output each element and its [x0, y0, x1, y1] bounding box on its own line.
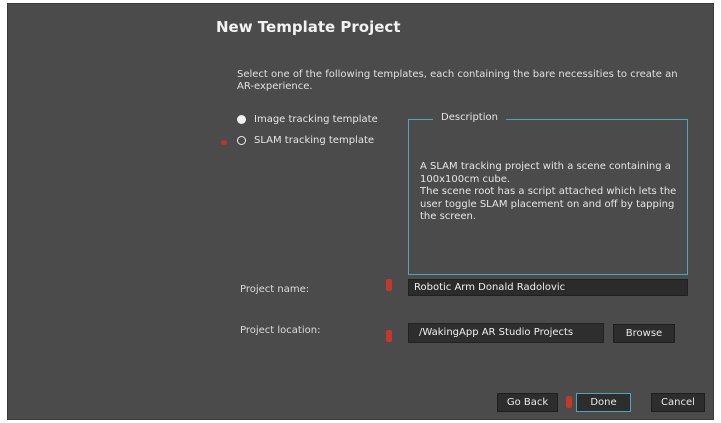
radio-image-tracking[interactable]: [237, 115, 246, 124]
go-back-button[interactable]: Go Back: [497, 393, 558, 412]
description-text: A SLAM tracking project with a scene con…: [420, 161, 677, 222]
project-name-label: Project name:: [240, 284, 310, 295]
marker-done: [566, 396, 572, 408]
project-location-label: Project location:: [240, 325, 321, 336]
marker-dot-slam: [221, 140, 227, 145]
option-image-tracking[interactable]: Image tracking template: [237, 114, 378, 125]
browse-button[interactable]: Browse: [613, 324, 675, 343]
cancel-button[interactable]: Cancel: [651, 393, 705, 412]
project-name-input[interactable]: [408, 279, 688, 296]
option-slam-tracking[interactable]: SLAM tracking template: [237, 135, 374, 146]
done-button[interactable]: Done: [576, 393, 631, 412]
dialog-title: New Template Project: [216, 18, 401, 36]
intro-text: Select one of the following templates, e…: [237, 69, 678, 92]
description-legend: Description: [433, 112, 506, 123]
marker-project-location: [386, 330, 392, 342]
marker-project-name: [386, 279, 392, 291]
radio-slam-tracking[interactable]: [237, 136, 246, 145]
option-slam-tracking-label: SLAM tracking template: [254, 135, 375, 146]
project-location-field[interactable]: /WakingApp AR Studio Projects: [408, 323, 604, 343]
option-image-tracking-label: Image tracking template: [254, 114, 378, 125]
